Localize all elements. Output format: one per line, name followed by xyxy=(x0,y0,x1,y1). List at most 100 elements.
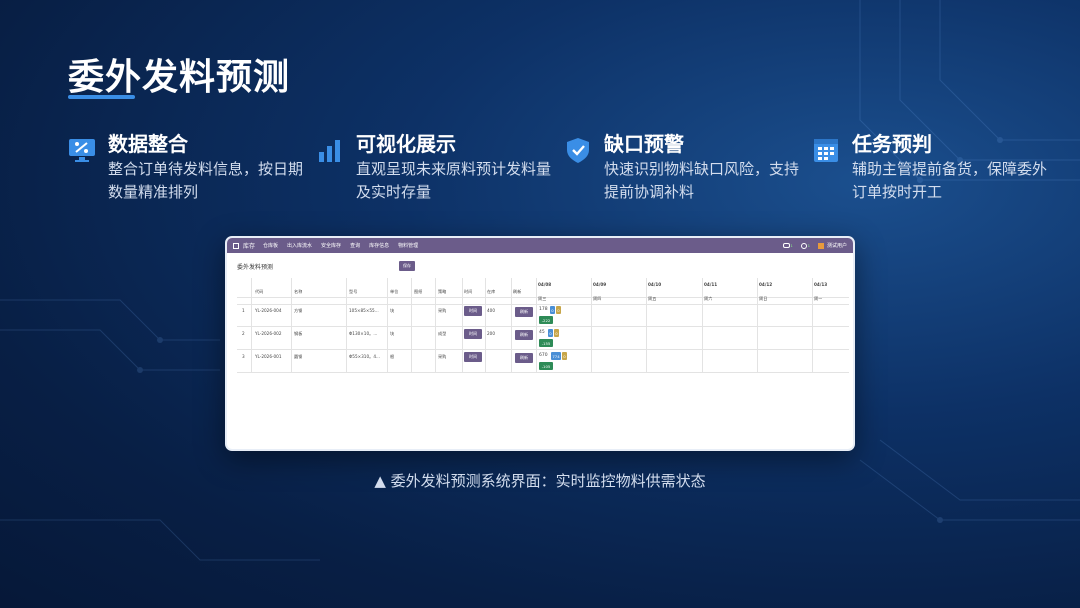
view-title: 委外发料预测 xyxy=(237,264,274,271)
column-header[interactable]: 名称 xyxy=(294,289,302,295)
user-name[interactable]: 测试用户 xyxy=(827,242,847,249)
column-header[interactable]: 单位 xyxy=(390,289,398,295)
col-divider xyxy=(536,278,537,372)
day-header: 周一 xyxy=(814,296,823,301)
date-header: 04/10 xyxy=(648,282,662,287)
column-header[interactable]: 型号 xyxy=(349,289,357,295)
nav-item[interactable]: 库存信息 xyxy=(369,242,389,249)
item-name[interactable]: 方钢 xyxy=(294,308,302,314)
col-divider xyxy=(411,278,412,372)
chat-badge: 1 xyxy=(790,243,793,248)
col-divider xyxy=(511,278,512,372)
col-divider xyxy=(702,278,703,372)
column-header[interactable]: 图纸 xyxy=(414,289,422,295)
date-header: 04/12 xyxy=(759,282,773,287)
col-divider xyxy=(346,278,347,372)
gap-block: -105 xyxy=(539,362,553,370)
item-name[interactable]: 钢板 xyxy=(294,331,302,337)
supply-block: 0 xyxy=(550,306,555,314)
item-model[interactable]: Φ130×10。... xyxy=(349,331,385,337)
chat-icon[interactable] xyxy=(782,243,790,248)
item-unit[interactable]: 块 xyxy=(390,331,394,337)
day-header: 周五 xyxy=(648,296,657,301)
feature-title: 数据整合 xyxy=(108,132,188,156)
item-code[interactable]: YL-2026-002 xyxy=(255,331,282,336)
feature-title: 缺口预警 xyxy=(604,132,684,156)
col-divider xyxy=(812,278,813,372)
activity-badge: 1 xyxy=(807,243,810,248)
row-index: 1 xyxy=(242,308,245,313)
plan-block: 0 xyxy=(554,329,559,337)
feature-desc: 整合订单待发料信息，按日期数量精准排列 xyxy=(108,160,304,201)
col-divider xyxy=(435,278,436,372)
nav-item[interactable]: 仓库板 xyxy=(263,242,278,249)
col-divider xyxy=(291,278,292,372)
page-title: 委外发料预测 xyxy=(68,57,291,98)
feature-desc: 快速识别物料缺口风险，支持提前协调补料 xyxy=(604,160,800,201)
monitor-chart-icon xyxy=(69,139,95,162)
date-header: 04/11 xyxy=(704,282,718,287)
nav-item[interactable]: 物料管理 xyxy=(398,242,418,249)
col-divider xyxy=(591,278,592,372)
apps-grid-icon[interactable] xyxy=(233,242,239,249)
nav-item[interactable]: 查询 xyxy=(350,242,360,249)
item-code[interactable]: YL-2026-004 xyxy=(255,308,282,313)
avatar[interactable] xyxy=(817,242,824,249)
nav-item[interactable]: 出入库流水 xyxy=(287,242,312,249)
refresh-button[interactable]: 刷新 xyxy=(515,330,533,340)
app-screenshot: 库存 仓库板 出入库流水 安全库存 查询 库存信息 物料管理 1 1 测试用户 … xyxy=(225,236,855,451)
feature-title: 任务预判 xyxy=(852,132,932,156)
app-brand[interactable]: 库存 xyxy=(233,241,255,250)
item-model[interactable]: Φ55×310。4... xyxy=(349,354,385,360)
col-divider xyxy=(757,278,758,372)
item-unit[interactable]: 根 xyxy=(390,354,394,360)
time-button[interactable]: 时间 xyxy=(464,329,482,339)
plan-block: 0 xyxy=(562,352,567,360)
nav-item[interactable]: 安全库存 xyxy=(321,242,341,249)
screenshot-caption: ▲ 委外发料预测系统界面：实时监控物料供需状态 xyxy=(374,472,706,490)
item-name[interactable]: 圆钢 xyxy=(294,354,302,360)
item-strategy[interactable]: 采购 xyxy=(438,354,446,360)
calendar-grid-icon xyxy=(814,139,838,162)
forecast-table: 代码 名称 型号 单位 图纸 策略 时间 在库 刷新 04/08 周三 04/0… xyxy=(237,278,849,410)
item-code[interactable]: YL-2026-001 xyxy=(255,354,282,359)
day-header: 周日 xyxy=(759,296,768,301)
title-underline xyxy=(68,95,135,99)
col-divider xyxy=(646,278,647,372)
day-header: 周六 xyxy=(704,296,713,301)
date-header: 04/13 xyxy=(814,282,828,287)
gap-block: -222 xyxy=(539,316,553,324)
item-stock: 400 xyxy=(487,308,495,313)
col-divider xyxy=(387,278,388,372)
column-header[interactable]: 策略 xyxy=(438,289,446,295)
item-unit[interactable]: 块 xyxy=(390,308,394,314)
column-header[interactable]: 代码 xyxy=(255,289,263,295)
column-header[interactable]: 在库 xyxy=(487,289,495,295)
refresh-button[interactable]: 刷新 xyxy=(515,353,533,363)
col-divider xyxy=(485,278,486,372)
shield-check-icon xyxy=(567,138,589,163)
save-button[interactable]: 保存 xyxy=(399,261,415,271)
item-model[interactable]: 105×85×55... xyxy=(349,308,385,313)
app-navbar: 库存 仓库板 出入库流水 安全库存 查询 库存信息 物料管理 1 1 测试用户 xyxy=(227,238,853,253)
time-button[interactable]: 时间 xyxy=(464,352,482,362)
row-index: 3 xyxy=(242,354,245,359)
day-header: 周四 xyxy=(593,296,602,301)
app-name: 库存 xyxy=(243,243,256,250)
supply-block: 774 xyxy=(551,352,561,360)
plan-block: 0 xyxy=(556,306,561,314)
item-strategy[interactable]: 采购 xyxy=(438,308,446,314)
column-header[interactable]: 时间 xyxy=(464,289,472,295)
time-button[interactable]: 时间 xyxy=(464,306,482,316)
refresh-button[interactable]: 刷新 xyxy=(515,307,533,317)
column-header[interactable]: 刷新 xyxy=(513,289,521,295)
activity-icon[interactable] xyxy=(800,242,807,249)
bar-chart-icon xyxy=(319,140,340,162)
feature-title: 可视化展示 xyxy=(356,132,456,156)
supply-block: 0 xyxy=(548,329,553,337)
feature-desc: 直观呈现未来原料预计发料量及实时存量 xyxy=(356,160,552,201)
item-strategy[interactable]: 成型 xyxy=(438,331,446,337)
forecast-qty: 178 xyxy=(539,307,548,312)
gap-block: -155 xyxy=(539,339,553,347)
forecast-qty: 45 xyxy=(539,330,545,335)
